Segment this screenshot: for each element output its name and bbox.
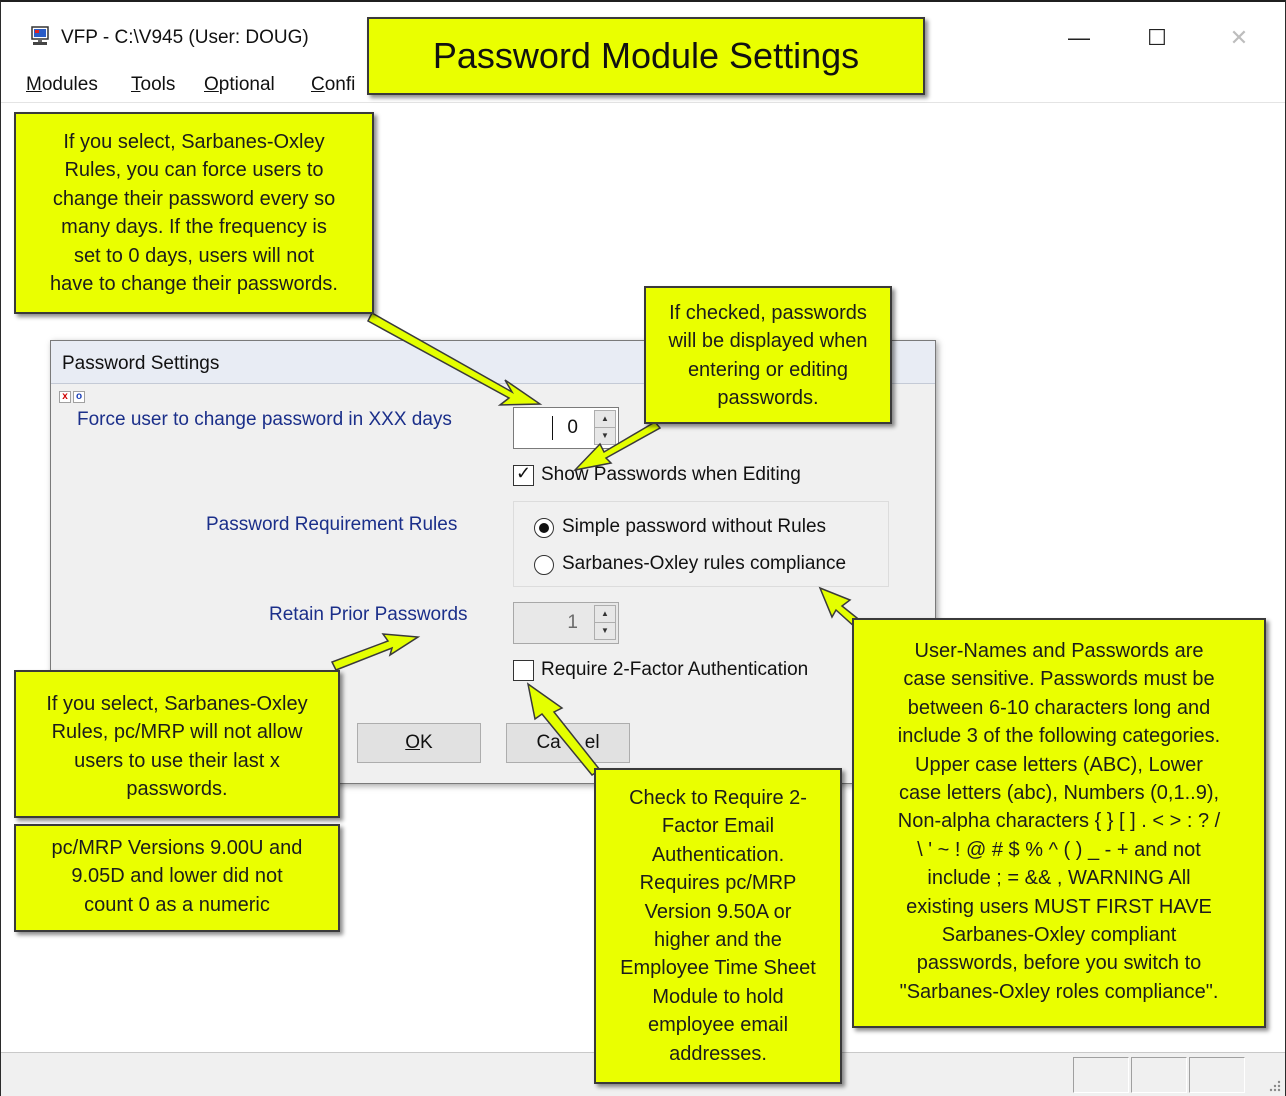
- callout-line: pc/MRP Versions 9.00U and: [51, 837, 303, 859]
- show-passwords-checkbox[interactable]: ✓: [513, 463, 534, 486]
- force-change-label: Force user to change password in XXX day…: [77, 409, 452, 430]
- callout-line: addresses.: [669, 1042, 767, 1065]
- callout-sox-retain: If you select, Sarbanes-Oxley Rules, pc/…: [14, 670, 340, 818]
- status-panel: [1131, 1057, 1187, 1093]
- callout-line: count 0 as a numeric: [84, 893, 270, 916]
- page-title-callout: Password Module Settings: [367, 17, 925, 95]
- callout-line: If checked, passwords: [669, 302, 867, 324]
- callout-line: have to change their passwords.: [50, 273, 338, 296]
- spin-up-icon[interactable]: ▲: [594, 605, 616, 623]
- status-panel: [1189, 1057, 1245, 1093]
- callout-line: higher and the: [654, 929, 782, 952]
- callout-line: Rules, pc/MRP will not allow: [51, 721, 303, 744]
- callout-line: Version 9.50A or: [644, 900, 792, 923]
- window-title: VFP - C:\V945 (User: DOUG): [61, 27, 309, 48]
- spin-buttons: ▲ ▼: [594, 410, 616, 445]
- callout-sox-force: If you select, Sarbanes-Oxley Rules, you…: [14, 112, 374, 314]
- retain-passwords-spinner[interactable]: 1 ▲ ▼: [513, 602, 619, 644]
- spin-down-icon[interactable]: ▼: [594, 622, 616, 640]
- callout-line: passwords.: [717, 387, 819, 410]
- radio-simple-label: Simple password without Rules: [562, 516, 827, 537]
- callout-line: Check to Require 2-: [629, 787, 807, 809]
- callout-versions: pc/MRP Versions 9.00U and 9.05D and lowe…: [14, 824, 340, 932]
- callout-line: entering or editing: [687, 358, 849, 381]
- close-button[interactable]: ✕: [1209, 16, 1269, 60]
- text-caret: [552, 416, 553, 440]
- callout-line: If you select, Sarbanes-Oxley: [63, 131, 325, 153]
- minimize-button[interactable]: —: [1049, 16, 1109, 60]
- callout-line: Factor Email: [661, 815, 775, 838]
- retain-value: 1: [567, 612, 578, 633]
- two-factor-label: Require 2-Factor Authentication: [541, 659, 809, 680]
- callout-line: between 6-10 characters long and: [907, 696, 1211, 719]
- callout-line: 9.05D and lower did not: [71, 865, 283, 888]
- callout-line: Sarbanes-Oxley compliant: [941, 924, 1177, 947]
- cancel-button[interactable]: Ca el: [506, 723, 630, 763]
- callout-line: include ; = && , WARNING All: [927, 867, 1191, 890]
- callout-line: "Sarbanes-Oxley roles compliance".: [899, 980, 1219, 1003]
- callout-line: include 3 of the following categories.: [897, 725, 1221, 748]
- force-days-value: 0: [567, 417, 578, 438]
- rules-label: Password Requirement Rules: [206, 514, 458, 535]
- callout-line: Non-alpha characters { } [ ] . < > : ? /: [897, 810, 1221, 833]
- callout-line: will be displayed when: [668, 330, 868, 353]
- radio-sox-label: Sarbanes-Oxley rules compliance: [562, 553, 847, 574]
- callout-line: case sensitive. Passwords must be: [903, 668, 1215, 691]
- option-mini-icon[interactable]: o: [73, 391, 85, 403]
- callout-case-sensitive: User-Names and Passwords are case sensit…: [852, 618, 1266, 1028]
- radio-selected-dot: [539, 523, 549, 533]
- callout-two-factor: Check to Require 2- Factor Email Authent…: [594, 768, 842, 1084]
- two-factor-checkbox[interactable]: [513, 660, 534, 681]
- retain-label: Retain Prior Passwords: [269, 604, 468, 625]
- menu-config[interactable]: Confi: [311, 74, 355, 96]
- callout-line: many days. If the frequency is: [61, 216, 327, 239]
- callout-line: Module to hold: [652, 985, 784, 1008]
- menu-tools[interactable]: Tools: [131, 74, 175, 96]
- callout-line: passwords.: [126, 778, 228, 801]
- rules-option-group: Simple password without Rules Sarbanes-O…: [513, 501, 889, 587]
- radio-simple[interactable]: [534, 518, 554, 538]
- callout-line: case letters (abc), Numbers (0,1..9),: [898, 782, 1220, 805]
- resize-grip-icon[interactable]: [1269, 1080, 1281, 1092]
- callout-line: change their password every so: [52, 187, 336, 210]
- callout-line: Employee Time Sheet: [620, 957, 816, 980]
- spin-buttons: ▲ ▼: [594, 605, 616, 640]
- show-passwords-label: Show Passwords when Editing: [541, 464, 801, 485]
- minimize-icon: —: [1068, 25, 1090, 50]
- callout-line: set to 0 days, users will not: [73, 244, 315, 267]
- callout-line: employee email: [647, 1014, 789, 1037]
- callout-line: Requires pc/MRP: [639, 872, 797, 895]
- status-panel: [1073, 1057, 1129, 1093]
- ok-button[interactable]: OK: [357, 723, 481, 763]
- menu-optional[interactable]: Optional: [204, 74, 275, 96]
- radio-sox[interactable]: [534, 555, 554, 575]
- callout-line: passwords, before you switch to: [916, 952, 1202, 975]
- menu-modules[interactable]: Modules: [26, 74, 98, 96]
- close-mini-icon[interactable]: x: [59, 391, 71, 403]
- callout-line: users to use their last x: [74, 749, 280, 772]
- spin-up-icon[interactable]: ▲: [594, 410, 616, 428]
- callout-line: Authentication.: [651, 843, 785, 866]
- vfp-app-icon: [31, 26, 49, 45]
- callout-line: existing users MUST FIRST HAVE: [906, 895, 1212, 918]
- maximize-icon: ☐: [1147, 25, 1167, 50]
- callout-line: If you select, Sarbanes-Oxley: [46, 693, 308, 715]
- callout-line: User-Names and Passwords are: [914, 640, 1204, 662]
- force-days-spinner[interactable]: 0 ▲ ▼: [513, 407, 619, 449]
- close-icon: ✕: [1229, 25, 1249, 50]
- maximize-button[interactable]: ☐: [1127, 16, 1187, 60]
- callout-show-passwords: If checked, passwords will be displayed …: [644, 286, 892, 424]
- spin-down-icon[interactable]: ▼: [594, 427, 616, 445]
- callout-line: Upper case letters (ABC), Lower: [915, 753, 1203, 776]
- callout-line: Rules, you can force users to: [64, 159, 324, 182]
- checkmark-icon: ✓: [516, 463, 532, 483]
- dialog-title: Password Settings: [62, 353, 220, 374]
- callout-line: \ ' ~ ! @ # $ % ^ ( ) _ - + and not: [917, 838, 1201, 861]
